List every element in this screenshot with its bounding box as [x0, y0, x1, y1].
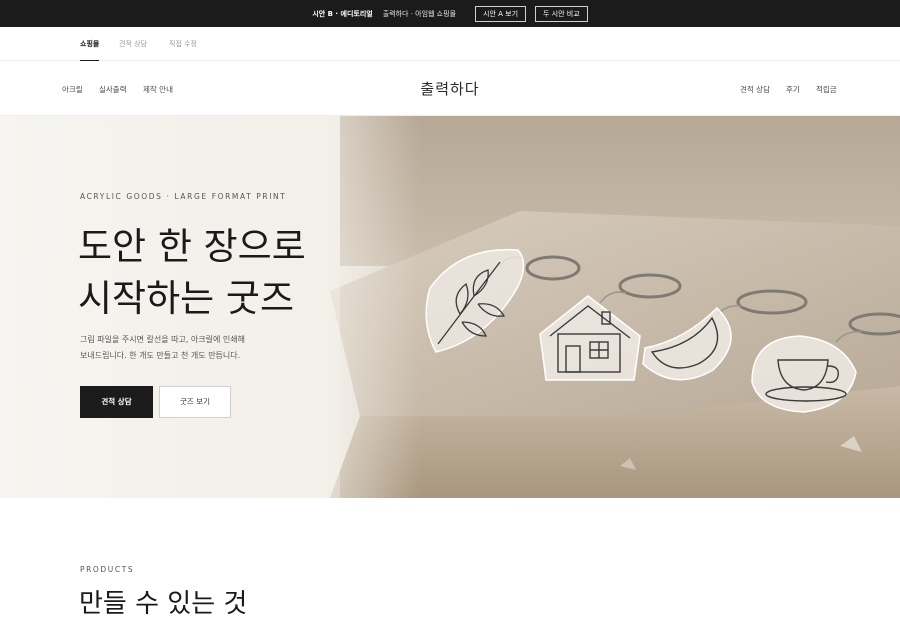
- hero-headline-line-2: 시작하는 굿즈: [78, 277, 295, 320]
- site-text: 출력하다 · 아임웹 쇼핑몰: [382, 9, 457, 18]
- main-nav: 아크릴 실사출력 제작 안내 출력하다 견적 상담 후기 적립금: [0, 61, 900, 116]
- tab-quote[interactable]: 견적 상담: [119, 27, 147, 61]
- view-goods-button[interactable]: 굿즈 보기: [159, 386, 231, 418]
- quote-consult-button[interactable]: 견적 상담: [80, 386, 153, 418]
- products-eyebrow: PRODUCTS: [80, 565, 135, 574]
- tab-edit[interactable]: 직접 수정: [169, 27, 197, 61]
- hero-desc-line-2: 보내드립니다. 한 개도 만들고 천 개도 만듭니다.: [80, 350, 241, 360]
- tab-shop[interactable]: 쇼핑몰: [80, 27, 100, 61]
- products-title: 만들 수 있는 것: [79, 589, 248, 619]
- hero-description: 그림 파일을 주시면 칼선을 따고, 아크릴에 인쇄해 보내드립니다. 한 개도…: [80, 332, 280, 363]
- announcement-bar: 시안 B · 에디토리얼 출력하다 · 아임웹 쇼핑몰 시안 A 보기 두 시안…: [0, 0, 900, 27]
- hero-section: ACRYLIC GOODS · LARGE FORMAT PRINT 도안 한 …: [0, 116, 900, 498]
- nav-item-quote[interactable]: 견적 상담: [740, 84, 770, 95]
- hero-headline-line-1: 도안 한 장으로: [78, 225, 306, 268]
- hero-headline: 도안 한 장으로 시작하는 굿즈: [78, 221, 306, 325]
- nav-item-points[interactable]: 적립금: [816, 84, 837, 95]
- compare-variants-button[interactable]: 두 시안 비교: [535, 5, 588, 22]
- nav-item-reviews[interactable]: 후기: [786, 84, 800, 95]
- hero-eyebrow: ACRYLIC GOODS · LARGE FORMAT PRINT: [80, 192, 287, 201]
- variant-label: 시안 B · 에디토리얼: [312, 9, 373, 18]
- hero-desc-line-1: 그림 파일을 주시면 칼선을 따고, 아크릴에 인쇄해: [80, 335, 245, 344]
- tab-bar: 쇼핑몰 견적 상담 직접 수정: [0, 27, 900, 61]
- view-variant-a-button[interactable]: 시안 A 보기: [475, 5, 527, 22]
